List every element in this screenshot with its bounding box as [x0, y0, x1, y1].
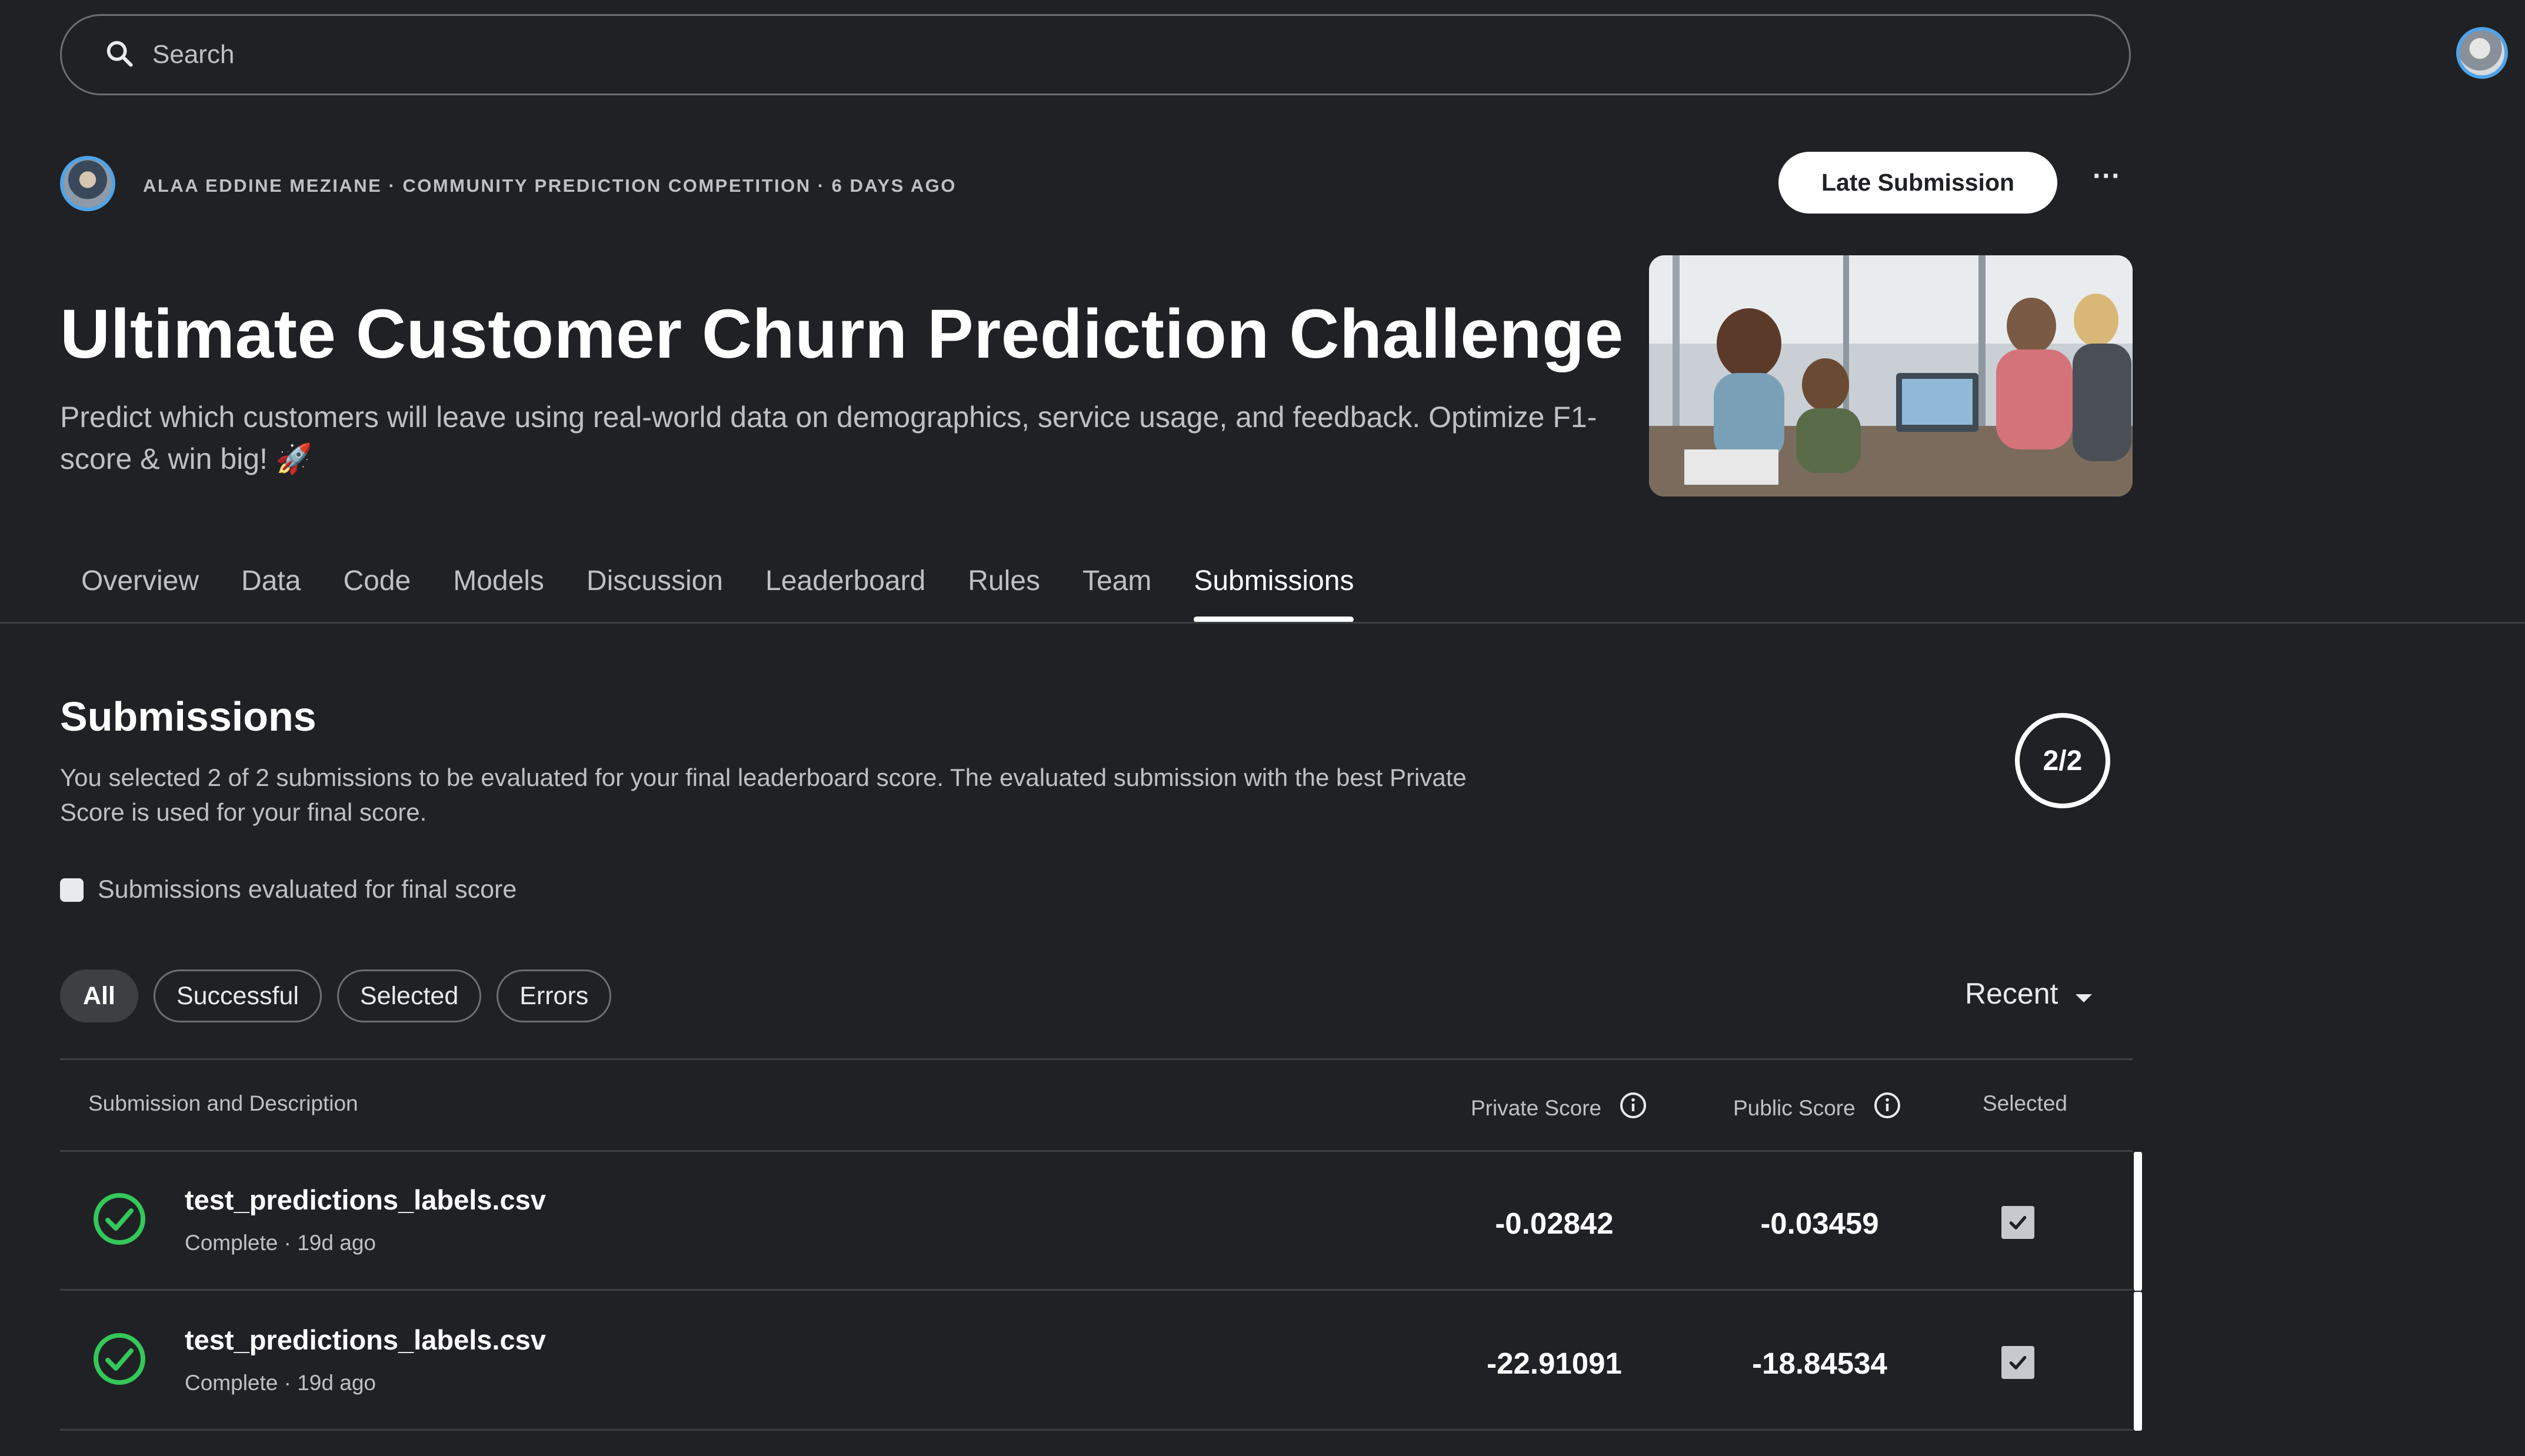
competition-subtitle: Predict which customers will leave using… [60, 401, 1597, 475]
tab-discussion[interactable]: Discussion [565, 558, 744, 622]
private-score: -22.91091 [1487, 1347, 1622, 1380]
column-header-selected: Selected [1983, 1091, 2067, 1116]
column-label-selected: Selected [1983, 1091, 2067, 1115]
competition-tabs: Overview Data Code Models Discussion Lea… [60, 558, 1375, 622]
submission-status: Complete · 19d ago [185, 1231, 376, 1255]
tab-leaderboard[interactable]: Leaderboard [744, 558, 947, 622]
column-header-submission: Submission and Description [88, 1091, 358, 1116]
section-title: Submissions [60, 694, 317, 739]
legend: Submissions evaluated for final score [60, 875, 517, 904]
table-row[interactable]: test_predictions_labels.csv Complete · 1… [60, 1152, 2142, 1291]
host-avatar[interactable] [60, 156, 115, 211]
info-icon[interactable] [1873, 1091, 1901, 1125]
submission-status: Complete · 19d ago [185, 1371, 376, 1395]
tab-team[interactable]: Team [1061, 558, 1172, 622]
submission-filename[interactable]: test_predictions_labels.csv [185, 1184, 546, 1216]
late-submission-button[interactable]: Late Submission [1778, 152, 2057, 214]
public-score: -18.84534 [1752, 1347, 1887, 1380]
caret-down-icon [2058, 977, 2093, 1011]
search-bar[interactable] [60, 14, 2131, 95]
legend-swatch [60, 878, 84, 902]
user-avatar[interactable] [2456, 27, 2508, 79]
competition-header-image [1649, 255, 2133, 497]
host-line: ALAA EDDINE MEZIANE · COMMUNITY PREDICTI… [143, 175, 957, 196]
table-row[interactable]: test_predictions_labels.csv Complete · 1… [60, 1292, 2142, 1431]
info-icon[interactable] [1619, 1091, 1647, 1125]
section-description: You selected 2 of 2 submissions to be ev… [60, 764, 1467, 826]
success-check-icon [91, 1331, 148, 1390]
selection-counter: 2/2 [2015, 713, 2110, 808]
tab-rules[interactable]: Rules [947, 558, 1061, 622]
selected-checkbox[interactable] [2001, 1346, 2034, 1379]
row-highlight-bar [2134, 1292, 2142, 1431]
tab-submissions[interactable]: Submissions [1172, 558, 1375, 622]
table-top-divider [60, 1058, 2133, 1060]
success-check-icon [91, 1191, 148, 1250]
column-label-public-score: Public Score [1733, 1095, 1856, 1120]
filter-all[interactable]: All [60, 969, 138, 1022]
legend-label: Submissions evaluated for final score [98, 875, 517, 904]
selected-checkbox[interactable] [2001, 1206, 2034, 1239]
sort-label: Recent [1965, 977, 2058, 1010]
filter-errors[interactable]: Errors [497, 969, 612, 1022]
search-input[interactable] [151, 39, 1918, 70]
tab-data[interactable]: Data [220, 558, 322, 622]
submission-filename[interactable]: test_predictions_labels.csv [185, 1324, 546, 1356]
filter-selected[interactable]: Selected [337, 969, 482, 1022]
tab-models[interactable]: Models [432, 558, 565, 622]
page-title: Ultimate Customer Churn Prediction Chall… [60, 295, 1624, 373]
column-header-private-score: Private Score [1471, 1091, 1647, 1125]
tab-overview[interactable]: Overview [60, 558, 220, 622]
search-icon [62, 38, 135, 72]
row-highlight-bar [2134, 1152, 2142, 1291]
filter-chips: All Successful Selected Errors [60, 969, 612, 1022]
filter-successful[interactable]: Successful [153, 969, 322, 1022]
column-label-private-score: Private Score [1471, 1095, 1602, 1120]
tab-code[interactable]: Code [322, 558, 432, 622]
public-score: -0.03459 [1760, 1207, 1879, 1240]
private-score: -0.02842 [1495, 1207, 1614, 1240]
sort-dropdown[interactable]: Recent [1965, 977, 2093, 1011]
more-options-icon[interactable]: ··· [2086, 162, 2128, 200]
column-label-submission: Submission and Description [88, 1091, 358, 1115]
column-header-public-score: Public Score [1733, 1091, 1901, 1125]
tabs-divider [0, 622, 2525, 624]
